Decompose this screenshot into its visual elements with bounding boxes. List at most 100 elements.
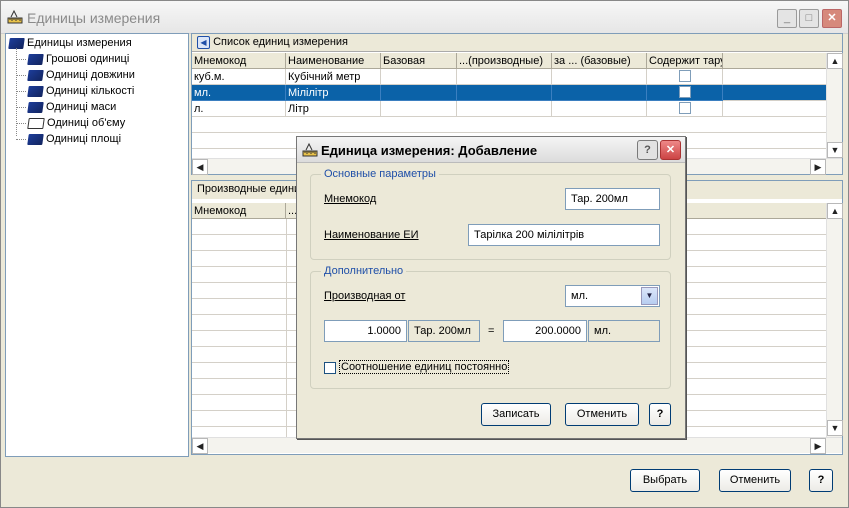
derived-from-label: Производная от [324, 290, 406, 302]
col-mnemocode[interactable]: Мнемокод [192, 53, 286, 69]
tree-item-label: Одиниці об'єму [47, 117, 126, 129]
tree-item-volume[interactable]: Одиниці об'єму [16, 115, 125, 131]
dialog-close-button[interactable]: ✕ [660, 140, 681, 160]
footer-cancel-button[interactable]: Отменить [719, 469, 791, 492]
cell-tare [647, 69, 723, 85]
cell-tare [647, 85, 723, 101]
mnemocode-label: Мнемокод [324, 193, 377, 205]
category-tree[interactable]: Единицы измерения Грошові одиниці Одиниц… [5, 33, 189, 457]
book-icon [8, 37, 25, 49]
cell-code: л. [192, 101, 286, 117]
book-icon [27, 101, 44, 113]
book-icon [27, 133, 44, 145]
scroll-down-icon[interactable]: ▼ [827, 142, 843, 158]
tare-checkbox[interactable] [679, 102, 691, 114]
constant-ratio-checkbox[interactable] [324, 362, 336, 374]
col-base[interactable]: Базовая [381, 53, 457, 69]
table-row-empty[interactable] [192, 117, 826, 133]
tree-item-label: Одиниці кількості [46, 85, 135, 97]
ratio-right-input[interactable]: 200.0000 [503, 320, 587, 342]
tree-root[interactable]: Единицы измерения [8, 35, 132, 51]
col-name[interactable]: Наименование [286, 53, 381, 69]
col-per-base[interactable]: за ... (базовые) [552, 53, 647, 69]
tree-item-currency[interactable]: Грошові одиниці [16, 51, 129, 67]
cell-base [381, 69, 457, 85]
dialog-title-bar: Единица измерения: Добавление ? ✕ [297, 137, 685, 163]
tree-item-label: Грошові одиниці [46, 53, 130, 65]
save-button[interactable]: Записать [481, 403, 551, 426]
tree-item-label: Одиниці довжини [46, 69, 135, 81]
basic-params-group: Основные параметры [310, 168, 671, 260]
book-icon [27, 69, 44, 81]
tree-item-quantity[interactable]: Одиниці кількості [16, 83, 134, 99]
open-book-icon [27, 117, 45, 129]
constant-ratio-label[interactable]: Соотношение единиц постоянно [339, 360, 510, 374]
units-list-title: Список единиц измерения [213, 36, 349, 48]
minimize-button[interactable]: _ [777, 9, 797, 28]
unit-name-input[interactable]: Тарілка 200 мілілітрів [468, 224, 660, 246]
cell-derived [457, 85, 552, 101]
collapse-arrow-icon[interactable]: ◀ [197, 35, 210, 49]
tree-item-mass[interactable]: Одиниці маси [16, 99, 116, 115]
scroll-left-icon[interactable]: ◀ [192, 159, 208, 175]
book-icon [27, 53, 44, 65]
close-button[interactable]: ✕ [822, 9, 842, 28]
dialog-title: Единица измерения: Добавление [321, 143, 538, 158]
select-button[interactable]: Выбрать [630, 469, 700, 492]
cell-derived [457, 101, 552, 117]
cell-per-base [552, 69, 647, 85]
scroll-left-icon[interactable]: ◀ [192, 438, 208, 454]
dialog-help-button[interactable]: ? [649, 403, 671, 426]
derived-from-select[interactable]: мл. ▼ [565, 285, 660, 307]
derived-hscroll[interactable]: ◀ ▶ [192, 437, 842, 454]
chevron-down-icon[interactable]: ▼ [641, 287, 658, 305]
dialog-cancel-button[interactable]: Отменить [565, 403, 639, 426]
maximize-button[interactable]: □ [799, 9, 819, 28]
table-row[interactable]: л. Літр [192, 101, 826, 117]
cell-name: Мілілітр [286, 85, 381, 101]
table-row[interactable]: куб.м. Кубічний метр [192, 69, 826, 85]
col-derived[interactable]: ...(производные) [457, 53, 552, 69]
tree-root-label: Единицы измерения [27, 37, 132, 49]
ratio-left-unit: Тар. 200мл [408, 320, 480, 342]
tree-item-label: Одиниці маси [46, 101, 117, 113]
col-mnemocode[interactable]: Мнемокод [192, 203, 286, 219]
cell-per-base [552, 101, 647, 117]
window-title: Единицы измерения [27, 10, 161, 26]
scroll-right-icon[interactable]: ▶ [810, 438, 826, 454]
scroll-right-icon[interactable]: ▶ [810, 159, 826, 175]
cell-base [381, 85, 457, 101]
cell-derived [457, 69, 552, 85]
derived-from-value: мл. [571, 290, 589, 302]
units-list-header: ◀ Список единиц измерения [192, 34, 842, 52]
ruler-icon [302, 142, 318, 157]
cell-name: Літр [286, 101, 381, 117]
cell-code: мл. [192, 85, 286, 101]
book-icon [27, 85, 44, 97]
tree-item-area[interactable]: Одиниці площі [16, 131, 121, 147]
basic-params-label: Основные параметры [321, 168, 439, 180]
tare-checkbox[interactable] [679, 70, 691, 82]
ratio-left-input[interactable]: 1.0000 [324, 320, 407, 342]
tare-checkbox[interactable] [679, 86, 691, 98]
unit-name-label: Наименование ЕИ [324, 229, 419, 241]
column-divider [286, 219, 287, 437]
units-vscroll[interactable]: ▲ ▼ [826, 53, 843, 159]
ruler-icon [7, 9, 23, 24]
footer-help-button[interactable]: ? [809, 469, 833, 492]
scroll-down-icon[interactable]: ▼ [827, 420, 843, 436]
scroll-up-icon[interactable]: ▲ [827, 203, 843, 219]
scroll-up-icon[interactable]: ▲ [827, 53, 843, 69]
dialog-help-titlebar-button[interactable]: ? [637, 140, 658, 160]
additional-label: Дополнительно [321, 265, 407, 277]
derived-vscroll[interactable]: ▲ ▼ [826, 203, 843, 437]
mnemocode-input[interactable]: Тар. 200мл [565, 188, 660, 210]
derived-title: Производные едини [197, 183, 301, 195]
table-row-selected[interactable]: мл. Мілілітр [192, 85, 826, 101]
col-contains-tare[interactable]: Содержит тару [647, 53, 723, 69]
cell-code: куб.м. [192, 69, 286, 85]
tree-item-length[interactable]: Одиниці довжини [16, 67, 135, 83]
ratio-right-unit: мл. [588, 320, 660, 342]
main-window: Единицы измерения _ □ ✕ Единицы измерени… [0, 0, 849, 508]
col-empty [723, 53, 826, 69]
